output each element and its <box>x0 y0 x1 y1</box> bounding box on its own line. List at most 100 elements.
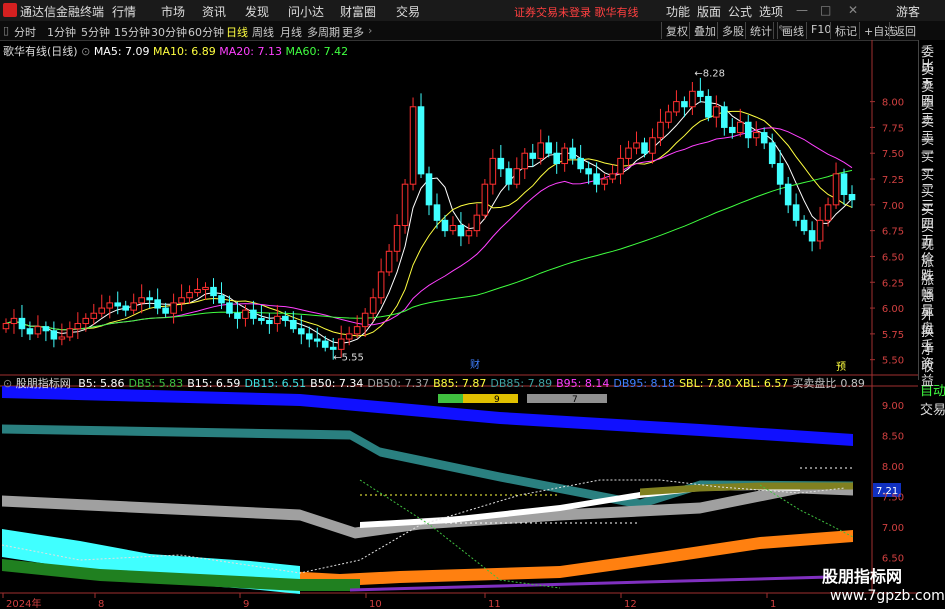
period-more[interactable]: 更多 <box>342 24 364 40</box>
period-60min[interactable]: 60分钟 <box>188 24 224 40</box>
indicator-tick-label: 8.50 <box>882 432 904 443</box>
time-label: 11 <box>488 599 501 609</box>
candle-body <box>760 132 768 144</box>
price-tick-label: 7.75 <box>882 123 904 134</box>
toolbar-stats[interactable]: 统计 <box>745 22 776 39</box>
candle-body <box>58 336 66 340</box>
candle-body <box>138 297 145 304</box>
candle-body <box>792 204 800 221</box>
settings-icon[interactable]: ⊙ <box>81 45 94 58</box>
candle-body <box>50 330 58 340</box>
candle-body <box>385 250 393 273</box>
menu-news[interactable]: 资讯 <box>202 3 226 20</box>
menu-discover[interactable]: 发现 <box>245 3 269 20</box>
candle-body <box>768 142 776 165</box>
period-30min[interactable]: 30分钟 <box>151 24 187 40</box>
candle-body <box>593 173 600 185</box>
ratio-yellow-bar <box>463 394 518 403</box>
candle-body <box>106 302 114 309</box>
price-tick-label: 5.50 <box>882 356 904 367</box>
ratio-grey-bar <box>527 394 607 403</box>
toolbar-overlay[interactable]: 叠加 <box>689 22 720 39</box>
indicator-value-3: DB15: 6.51 <box>244 377 307 390</box>
menu-trade[interactable]: 交易 <box>396 3 420 20</box>
toolbar-adjust[interactable]: 复权 <box>661 22 692 39</box>
indicator-settings-icon[interactable]: ⊙ <box>3 377 16 390</box>
candle-body <box>545 142 553 154</box>
close-icon[interactable]: ✕ <box>848 3 858 17</box>
indicator-bands <box>1 386 901 594</box>
period-5min[interactable]: 5分钟 <box>81 24 110 40</box>
toolbar-mark[interactable]: 标记 <box>830 22 861 39</box>
price-tick-label: 7.00 <box>882 201 904 212</box>
chart-area[interactable]: 8.00 7.75 7.50 7.25 7.00 6.75 6.50 6.25 6.00 5.75… <box>0 40 945 609</box>
period-multi[interactable]: 多周期 <box>307 24 340 40</box>
menu-quotes[interactable]: 行情 <box>112 3 136 20</box>
candle-body <box>497 157 505 170</box>
indicator-value-6: B85: 7.87 <box>433 377 487 390</box>
indicator-value-13: 0.89 <box>840 377 865 390</box>
menu-formula[interactable]: 公式 <box>728 3 752 20</box>
candlesticks <box>2 77 856 360</box>
minimize-icon[interactable]: — <box>796 3 808 17</box>
candle-body <box>465 230 473 237</box>
toolbar-multistock[interactable]: 多股 <box>717 22 748 39</box>
candle-body <box>329 346 337 350</box>
candle-body <box>2 323 10 330</box>
time-label: 9 <box>243 599 249 609</box>
candle-body <box>577 157 584 170</box>
indicator-name: 股朋指标网 <box>15 377 71 390</box>
period-weekly[interactable]: 周线 <box>252 24 274 40</box>
candle-body <box>282 315 289 321</box>
ma5-label: MA5: 7.09 <box>93 45 150 58</box>
candle-body <box>18 317 26 330</box>
candle-body <box>601 178 608 185</box>
maximize-icon[interactable]: □ <box>820 3 831 17</box>
candle-body <box>154 299 161 309</box>
candle-body <box>513 168 521 185</box>
candle-body <box>736 121 744 134</box>
period-15min[interactable]: 15分钟 <box>114 24 150 40</box>
candle-body <box>752 132 760 139</box>
guest-button[interactable]: 游客 <box>896 3 920 20</box>
event-marker-finance: 财 <box>470 358 480 371</box>
candle-body <box>417 106 425 175</box>
candle-body <box>784 183 792 206</box>
candle-body <box>609 173 616 180</box>
candle-body <box>848 194 856 201</box>
menu-layout[interactable]: 版面 <box>697 3 721 20</box>
candle-body <box>305 333 313 340</box>
candle-body <box>146 297 153 301</box>
candle-body <box>457 224 465 237</box>
collapse-icon[interactable]: ▯ <box>3 24 9 37</box>
menu-function[interactable]: 功能 <box>666 3 690 20</box>
menu-wealth[interactable]: 财富圈 <box>340 3 376 20</box>
time-label: 1 <box>770 599 776 609</box>
candle-body <box>433 204 441 221</box>
candle-body <box>840 173 848 196</box>
candle-body <box>489 157 497 185</box>
axis-labels: 8.00 7.75 7.50 7.25 7.00 6.75 6.50 6.25 6.00 5.75… <box>6 69 945 609</box>
candle-body <box>529 152 537 159</box>
candle-body <box>202 286 209 290</box>
candle-body <box>713 106 720 118</box>
period-1min[interactable]: 1分钟 <box>47 24 76 40</box>
candle-body <box>673 101 680 113</box>
period-tick[interactable]: 分时 <box>14 24 36 40</box>
candle-body <box>377 271 385 299</box>
indicator-value-5: DB50: 7.37 <box>367 377 430 390</box>
menu-market[interactable]: 市场 <box>161 3 185 20</box>
candle-body <box>10 317 18 325</box>
toolbar-back[interactable]: 返回 <box>889 22 920 39</box>
ma60-label: MA60: 7.42 <box>285 45 349 58</box>
menu-options[interactable]: 选项 <box>759 3 783 20</box>
price-tick-label: 8.00 <box>882 98 904 109</box>
panel-label-18: 收益 <box>921 360 935 389</box>
period-monthly[interactable]: 月线 <box>280 24 302 40</box>
toolbar-draw[interactable]: 画线 <box>777 22 808 39</box>
candle-body <box>266 319 273 325</box>
indicator-value-9: DB95: 8.18 <box>613 377 676 390</box>
period-daily[interactable]: 日线 <box>226 24 248 40</box>
chevron-right-icon[interactable]: › <box>368 24 372 37</box>
menu-ask[interactable]: 问小达 <box>288 3 324 20</box>
